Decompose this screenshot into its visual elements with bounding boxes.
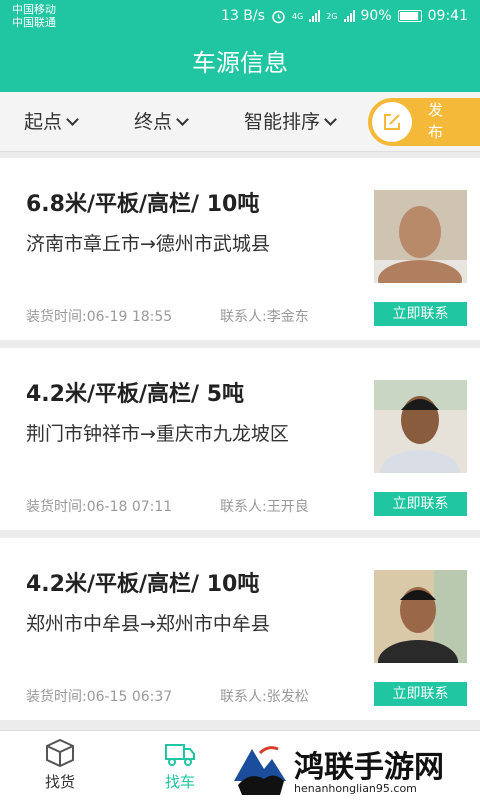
signal-icon-1	[309, 10, 321, 22]
contact-now-button[interactable]: 立即联系	[374, 492, 467, 516]
sort-filter-label: 智能排序	[244, 111, 321, 133]
clock: 09:41	[427, 8, 468, 24]
sort-filter[interactable]: 智能排序	[244, 92, 337, 152]
carrier-1: 中国移动	[12, 3, 56, 16]
contact-name: 联系人:王开良	[220, 499, 309, 515]
page-title: 车源信息	[0, 34, 480, 92]
signal-icon-2	[343, 10, 355, 22]
status-bar: 中国移动 中国联通 13 B/s 4G 2G 90% 09:41	[0, 0, 480, 34]
destination-filter[interactable]: 终点	[134, 92, 189, 152]
listing-route: 济南市章丘市→德州市武城县	[26, 233, 270, 255]
load-time: 装货时间:06-15 06:37	[26, 689, 173, 705]
listing-title: 6.8米/平板/高栏/ 10吨	[26, 192, 260, 217]
watermark-logo	[234, 746, 286, 795]
tab-find-goods[interactable]: 找货	[30, 731, 90, 800]
tab-find-truck[interactable]: 找车	[150, 731, 210, 800]
battery-icon	[397, 10, 422, 22]
truck-icon	[165, 744, 195, 766]
listing-route: 郑州市中牟县→郑州市中牟县	[26, 613, 270, 635]
avatar	[374, 190, 467, 283]
carrier-2: 中国联通	[12, 16, 56, 29]
contact-name: 联系人:张发松	[220, 689, 309, 705]
contact-now-button[interactable]: 立即联系	[374, 682, 467, 706]
alarm-icon	[272, 10, 285, 23]
chevron-down-icon	[176, 113, 189, 126]
tab-find-truck-label: 找车	[164, 773, 195, 791]
avatar	[374, 570, 467, 663]
chevron-down-icon	[324, 113, 337, 126]
listing-route: 荆门市钟祥市→重庆市九龙坡区	[26, 423, 289, 445]
network-type-1: 4G	[291, 11, 304, 21]
tab-find-goods-label: 找货	[44, 773, 75, 791]
watermark: 鸿联手游网 henanhonglian95.com	[228, 740, 480, 800]
listing-card[interactable]: 4.2米/平板/高栏/ 5吨 荆门市钟祥市→重庆市九龙坡区 装货时间:06-18…	[0, 348, 480, 530]
watermark-url: henanhonglian95.com	[294, 782, 417, 795]
listing-title: 4.2米/平板/高栏/ 5吨	[26, 382, 245, 407]
box-icon	[46, 738, 74, 768]
publish-label: 发布	[428, 101, 444, 141]
origin-filter-label: 起点	[24, 111, 63, 133]
publish-button[interactable]: 发布	[368, 98, 480, 146]
origin-filter[interactable]: 起点	[24, 92, 79, 152]
chevron-down-icon	[66, 113, 79, 126]
listing-card[interactable]: 6.8米/平板/高栏/ 10吨 济南市章丘市→德州市武城县 装货时间:06-19…	[0, 158, 480, 340]
network-type-2: 2G	[326, 11, 338, 21]
destination-filter-label: 终点	[134, 111, 173, 133]
network-speed: 13 B/s	[221, 8, 265, 24]
contact-name: 联系人:李金东	[220, 309, 309, 325]
load-time: 装货时间:06-19 18:55	[26, 309, 173, 325]
carrier-info: 中国移动 中国联通	[12, 3, 56, 29]
listing-title: 4.2米/平板/高栏/ 10吨	[26, 572, 260, 597]
listing-card[interactable]: 4.2米/平板/高栏/ 10吨 郑州市中牟县→郑州市中牟县 装货时间:06-15…	[0, 538, 480, 720]
load-time: 装货时间:06-18 07:11	[26, 499, 173, 515]
contact-now-button[interactable]: 立即联系	[374, 302, 467, 326]
watermark-text: 鸿联手游网	[294, 750, 444, 785]
battery-percent: 90%	[360, 8, 392, 24]
edit-icon	[372, 102, 412, 142]
status-indicators: 13 B/s 4G 2G 90% 09:41	[221, 8, 468, 24]
avatar	[374, 380, 467, 473]
